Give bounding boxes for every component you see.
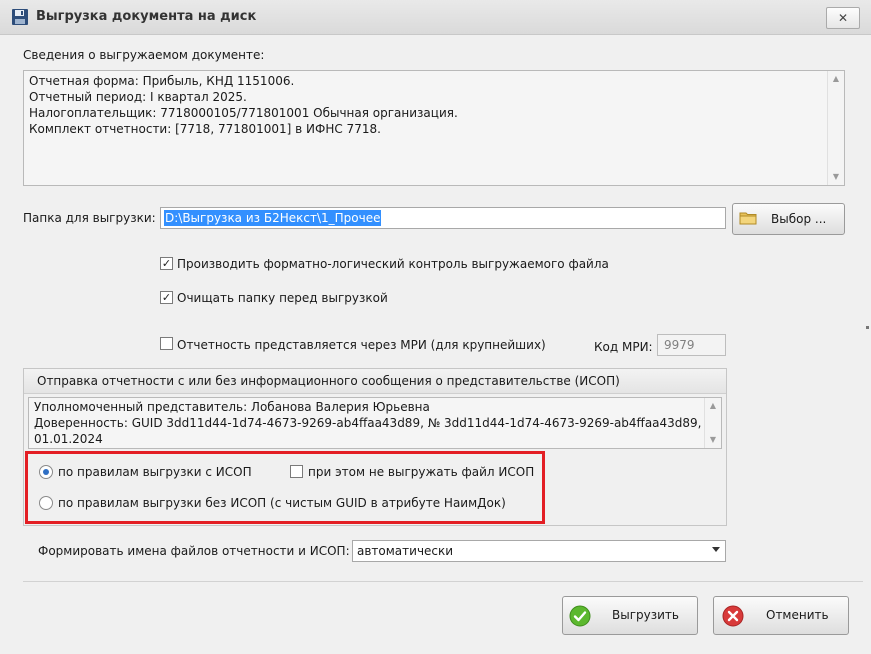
isop-group-title: Отправка отчетности с или без информацио… — [37, 374, 620, 388]
representative-scrollbar[interactable]: ▲ ▼ — [704, 398, 721, 448]
floppy-disk-icon — [12, 9, 28, 25]
title-bar: Выгрузка документа на диск ✕ — [0, 0, 871, 35]
document-info-scrollbar[interactable]: ▲ ▼ — [827, 71, 844, 185]
cancel-button-label: Отменить — [766, 608, 829, 622]
scroll-down-icon[interactable]: ▼ — [828, 169, 844, 185]
clear-folder-checkbox[interactable]: ✓ — [160, 291, 173, 304]
scroll-down-icon[interactable]: ▼ — [705, 432, 721, 448]
document-info-line: Налогоплательщик: 7718000105/771801001 О… — [29, 106, 458, 120]
export-folder-value: D:\Выгрузка из Б2Некст\1_Прочее — [164, 210, 382, 226]
mri-label[interactable]: Отчетность представляется через МРИ (для… — [177, 338, 546, 352]
divider — [23, 581, 863, 582]
with-isop-radio[interactable] — [39, 465, 53, 479]
document-info-textarea[interactable]: Отчетная форма: Прибыль, КНД 1151006. От… — [23, 70, 845, 186]
representative-line: 01.01.2024 — [34, 432, 103, 446]
export-folder-input[interactable]: D:\Выгрузка из Б2Некст\1_Прочее — [160, 207, 726, 229]
flk-check-checkbox[interactable]: ✓ — [160, 257, 173, 270]
browse-button-label: Выбор ... — [771, 212, 827, 226]
document-info-label: Сведения о выгружаемом документе: — [23, 48, 265, 62]
chevron-down-icon[interactable] — [712, 547, 720, 552]
checkmark-icon — [569, 605, 591, 627]
file-names-label: Формировать имена файлов отчетности и ИС… — [38, 544, 350, 558]
document-info-line: Отчетная форма: Прибыль, КНД 1151006. — [29, 74, 295, 88]
folder-icon — [739, 212, 757, 225]
export-dialog: Выгрузка документа на диск ✕ Сведения о … — [0, 0, 871, 654]
scroll-up-icon[interactable]: ▲ — [705, 398, 721, 414]
without-isop-label[interactable]: по правилам выгрузки без ИСОП (с чистым … — [58, 496, 506, 510]
cancel-button[interactable]: Отменить — [713, 596, 849, 635]
with-isop-label[interactable]: по правилам выгрузки с ИСОП — [58, 465, 252, 479]
no-export-isop-checkbox[interactable] — [290, 465, 303, 478]
close-icon: ✕ — [837, 11, 849, 25]
flk-check-label[interactable]: Производить форматно-логический контроль… — [177, 257, 609, 271]
file-names-select[interactable]: автоматически — [352, 540, 726, 562]
mri-code-value: 9979 — [664, 338, 695, 352]
representative-line: Уполномоченный представитель: Лобанова В… — [34, 400, 430, 414]
clear-folder-label[interactable]: Очищать папку перед выгрузкой — [177, 291, 388, 305]
export-folder-label: Папка для выгрузки: — [23, 211, 156, 225]
representative-line: Доверенность: GUID 3dd11d44-1d74-4673-92… — [34, 416, 720, 430]
mri-code-input[interactable]: 9979 — [657, 334, 726, 356]
mri-code-label: Код МРИ: — [594, 340, 653, 354]
file-names-value: автоматически — [357, 544, 454, 558]
scroll-up-icon[interactable]: ▲ — [828, 71, 844, 87]
close-button[interactable]: ✕ — [826, 7, 860, 29]
no-export-isop-label[interactable]: при этом не выгружать файл ИСОП — [308, 465, 534, 479]
representative-textarea[interactable]: Уполномоченный представитель: Лобанова В… — [28, 397, 722, 449]
isop-group-header: Отправка отчетности с или без информацио… — [24, 369, 726, 394]
browse-button[interactable]: Выбор ... — [732, 203, 845, 235]
export-button-label: Выгрузить — [612, 608, 679, 622]
export-button[interactable]: Выгрузить — [562, 596, 698, 635]
document-info-line: Отчетный период: I квартал 2025. — [29, 90, 247, 104]
resize-marker — [866, 326, 869, 329]
mri-checkbox[interactable] — [160, 337, 173, 350]
highlight-frame — [25, 451, 545, 524]
document-info-line: Комплект отчетности: [7718, 771801001] в… — [29, 122, 381, 136]
window-title: Выгрузка документа на диск — [36, 9, 257, 24]
cancel-icon — [722, 605, 744, 627]
without-isop-radio[interactable] — [39, 496, 53, 510]
